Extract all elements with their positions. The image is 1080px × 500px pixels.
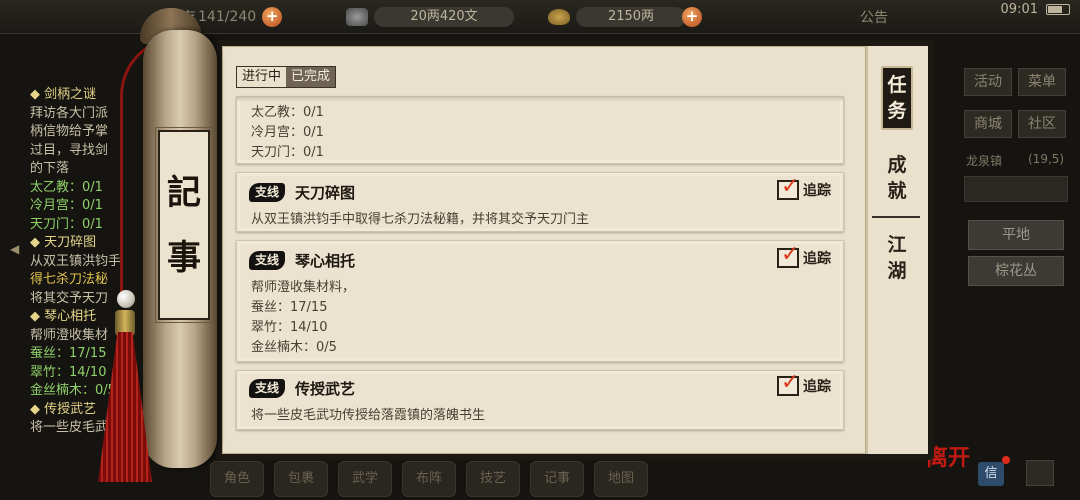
community-button[interactable]: 社区 — [1018, 110, 1066, 138]
side-tab-jianghu-char-1: 江 — [887, 234, 907, 256]
quest-description: 从双王镇洪钧手中取得七杀刀法秘籍，并将其交予天刀门主 — [251, 212, 590, 227]
track-checkbox[interactable]: ✓ — [777, 370, 799, 396]
gold-ingot-icon — [548, 9, 570, 25]
silver-icon — [346, 8, 368, 26]
side-tab-task[interactable]: 任 务 — [881, 66, 913, 130]
track-label: 追踪 — [803, 183, 831, 199]
track-checkbox[interactable]: ✓ — [777, 174, 799, 200]
quest-progress-line: 冷月宫：0/1 — [251, 125, 324, 140]
checkmark-icon: ✓ — [781, 242, 800, 267]
list-scroll-fade — [236, 96, 844, 102]
quest-card-partial[interactable]: 太乙教：0/1 冷月宫：0/1 天刀门：0/1 — [236, 96, 844, 164]
track-label: 追踪 — [803, 251, 831, 267]
quest-card[interactable]: 支线 琴心相托 ✓ 追踪 帮师澄收集材料， 蚕丝：17/15 翠竹：14/10 … — [236, 240, 844, 362]
quest-title: 传授武艺 — [295, 380, 356, 398]
clock: 09:01 — [1000, 2, 1038, 17]
quest-description: 帮师澄收集材料， — [251, 280, 356, 295]
quest-progress-line: 金丝楠木：0/5 — [251, 340, 337, 355]
side-quest-badge: 支线 — [249, 251, 285, 270]
journal-title-plaque: 記 事 — [155, 127, 213, 323]
side-tab-task-char-2: 务 — [887, 100, 907, 122]
terrain-button[interactable]: 平地 — [968, 220, 1064, 250]
activity-button[interactable]: 活动 — [964, 68, 1012, 96]
bottom-nav-bar: 角色 包裹 武学 布阵 技艺 记事 地图 — [190, 458, 930, 500]
left-collapse-icon[interactable]: ◀ — [10, 242, 19, 256]
notification-dot — [1002, 456, 1010, 464]
track-label: 追踪 — [803, 379, 831, 395]
bottom-nav-item[interactable]: 技艺 — [466, 461, 520, 497]
side-quest-badge: 支线 — [249, 183, 285, 202]
minimap-strip[interactable] — [964, 176, 1068, 202]
side-tab-achievement[interactable]: 成 就 — [881, 152, 913, 204]
location-coords: (19,5) — [1028, 152, 1065, 166]
gold-group: 2150两 + — [548, 6, 702, 28]
bottom-nav-item[interactable]: 武学 — [338, 461, 392, 497]
nearby-object-button[interactable]: 棕花丛 — [968, 256, 1064, 286]
gold-amount: 2150两 — [576, 7, 686, 27]
storage-add-button[interactable]: + — [262, 7, 283, 27]
checkmark-icon: ✓ — [781, 174, 800, 199]
journal-title-char-1: 記 — [167, 172, 201, 213]
side-tab-jianghu[interactable]: 江 湖 — [881, 232, 913, 284]
storage-value: 141/240 — [198, 9, 257, 25]
quest-progress-line: 翠竹：14/10 — [251, 320, 328, 335]
tab-completed[interactable]: 已完成 — [286, 67, 336, 87]
side-tab-jianghu-char-2: 湖 — [887, 260, 907, 282]
bottom-nav-item[interactable]: 包裹 — [274, 461, 328, 497]
quest-title: 琴心相托 — [295, 252, 356, 270]
side-tab-task-char-1: 任 — [887, 74, 907, 96]
chat-button[interactable]: 信 — [978, 462, 1004, 486]
quest-progress-line: 太乙教：0/1 — [251, 105, 324, 120]
side-tab-achievement-char-2: 就 — [887, 180, 907, 202]
quest-track-toggle[interactable]: ✓ 追踪 — [777, 370, 831, 396]
quest-card[interactable]: 支线 传授武艺 ✓ 追踪 将一些皮毛武功传授给落霞镇的落魄书生 — [236, 370, 844, 430]
jade-bead — [117, 290, 135, 308]
announcement-label: 公告 — [860, 10, 888, 26]
status-area: 09:01 — [1001, 2, 1070, 17]
quest-card[interactable]: 支线 天刀碎图 ✓ 追踪 从双王镇洪钧手中取得七杀刀法秘籍，并将其交予天刀门主 — [236, 172, 844, 232]
shop-button[interactable]: 商城 — [964, 110, 1012, 138]
quest-progress-line: 蚕丝：17/15 — [251, 300, 328, 315]
quest-title: 天刀碎图 — [295, 184, 356, 202]
gold-add-button[interactable]: + — [682, 7, 702, 27]
journal-title-char-2: 事 — [167, 237, 201, 278]
bottom-nav-item[interactable]: 布阵 — [402, 461, 456, 497]
quest-status-tabs: 进行中 已完成 — [236, 66, 337, 88]
checkmark-icon: ✓ — [781, 370, 800, 395]
quest-track-toggle[interactable]: ✓ 追踪 — [777, 174, 831, 200]
tab-in-progress[interactable]: 进行中 — [237, 67, 287, 87]
corner-menu-button[interactable] — [1026, 460, 1054, 486]
side-tab-divider — [872, 216, 920, 218]
side-tab-achievement-char-1: 成 — [887, 154, 907, 176]
quest-progress-line: 天刀门：0/1 — [251, 145, 324, 160]
bottom-nav-item[interactable]: 角色 — [210, 461, 264, 497]
track-checkbox[interactable]: ✓ — [777, 242, 799, 268]
menu-button[interactable]: 菜单 — [1018, 68, 1066, 96]
announcement-button[interactable]: 公告 — [860, 6, 888, 28]
quest-description: 将一些皮毛武功传授给落霞镇的落魄书生 — [251, 408, 486, 423]
location-name: 龙泉镇 — [966, 154, 1003, 168]
quest-track-toggle[interactable]: ✓ 追踪 — [777, 242, 831, 268]
battery-icon — [1046, 4, 1070, 15]
silver-group: 20两420文 — [346, 6, 514, 28]
bottom-nav-item[interactable]: 地图 — [594, 461, 648, 497]
bottom-nav-item[interactable]: 记事 — [530, 461, 584, 497]
side-quest-badge: 支线 — [249, 379, 285, 398]
silver-amount: 20两420文 — [374, 7, 514, 27]
